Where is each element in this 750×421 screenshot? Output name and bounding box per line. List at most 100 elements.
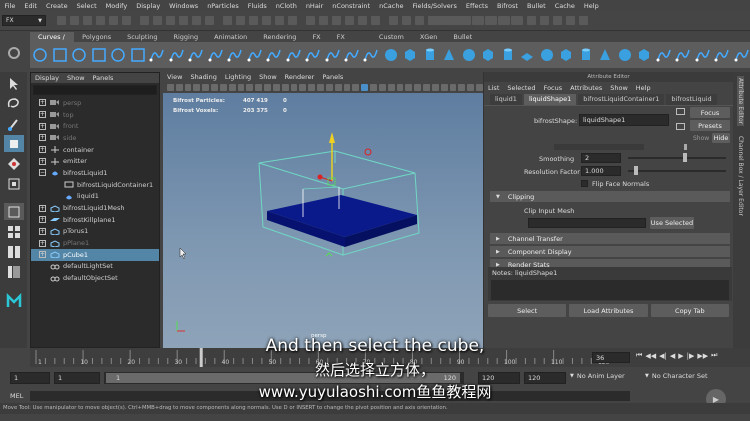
expand-icon[interactable]: + [39,111,46,119]
expand-icon[interactable]: + [39,204,46,212]
outliner-search-input[interactable] [33,85,157,95]
ae-menu-help[interactable]: Help [632,84,655,92]
viewport-menu-renderer[interactable]: Renderer [281,73,319,81]
viewport-toolbar-icon[interactable] [370,84,377,91]
viewport-toolbar-icon[interactable] [334,84,342,91]
expand-icon[interactable]: + [39,146,46,154]
status-line-icon[interactable] [57,16,66,25]
ae-node-tab[interactable]: bifrostLiquid [666,94,717,105]
shelf-circle-icon[interactable] [110,47,126,64]
outliner-item[interactable]: + top [31,109,159,121]
menu-modify[interactable]: Modify [101,2,132,10]
lasso-tool-icon[interactable] [4,95,24,112]
menu-cache[interactable]: Cache [550,2,579,10]
status-line-icon[interactable] [288,16,297,25]
shelf-curve-icon[interactable] [285,47,301,64]
shelf-tab[interactable]: Rigging [165,32,206,42]
status-line-icon[interactable] [345,16,354,25]
status-line-icon[interactable] [140,16,149,25]
expand-icon[interactable]: + [39,99,46,107]
render-status-icon[interactable] [527,16,536,25]
status-line-icon[interactable] [223,16,232,25]
status-line-icon[interactable] [319,16,328,25]
menu-nparticles[interactable]: nParticles [203,2,244,10]
ae-menu-attributes[interactable]: Attributes [566,84,606,92]
viewport-toolbar-icon[interactable] [299,84,307,91]
shelf-curve-icon[interactable] [656,47,672,64]
shelf-sphere-icon[interactable] [383,47,399,64]
component-display-section[interactable]: ▶ Component Display [490,246,730,257]
menu-ncloth[interactable]: nCloth [271,2,301,10]
outliner-item[interactable]: + pPlane1 [31,237,159,249]
render-status-icon[interactable] [475,16,484,25]
status-line-icon[interactable] [389,16,398,25]
shelf-cyl-icon[interactable] [578,47,594,64]
shelf-curve-icon[interactable] [149,47,165,64]
move-tool-icon[interactable] [3,135,24,152]
viewport-toolbar-icon[interactable] [467,84,474,91]
viewport-toolbar-icon[interactable] [458,84,466,91]
viewport-toolbar-icon[interactable] [352,84,360,91]
paint-select-icon[interactable] [4,115,24,132]
status-line-icon[interactable] [166,16,175,25]
channel-transfer-section[interactable]: ▶ Channel Transfer [490,233,730,244]
menu-nconstraint[interactable]: nConstraint [328,2,375,10]
menu-display[interactable]: Display [132,2,165,10]
status-line-icon[interactable] [192,16,201,25]
menu-select[interactable]: Select [72,2,101,10]
presets-button[interactable]: Presets [690,120,730,131]
viewport-toolbar-icon[interactable] [414,84,422,91]
status-line-icon[interactable] [83,16,92,25]
status-line-icon[interactable] [96,16,105,25]
viewport-toolbar-icon[interactable] [167,84,174,91]
viewport-toolbar-icon[interactable] [211,84,218,91]
status-line-icon[interactable] [402,16,411,25]
resolution-slider-handle[interactable] [634,166,638,175]
menu-file[interactable]: File [0,2,20,10]
two-pane-layout-icon[interactable] [4,243,24,260]
shelf-circle-icon[interactable] [71,47,87,64]
shelf-curve-icon[interactable] [694,47,710,64]
expand-icon[interactable]: + [39,251,46,259]
status-line-icon[interactable] [109,16,118,25]
shelf-curve-icon[interactable] [363,47,379,64]
viewport-menu-panels[interactable]: Panels [318,73,347,81]
shelf-tab[interactable]: Polygons [74,32,119,42]
shelf-cube-icon[interactable] [480,47,496,64]
shelf-cube-icon[interactable] [402,47,418,64]
menu-fieldssolvers[interactable]: Fields/Solvers [408,2,461,10]
menu-edit[interactable]: Edit [20,2,42,10]
shelf-tab[interactable]: Animation [206,32,255,42]
viewport-toolbar-icon[interactable] [440,84,448,91]
smoothing-slider-handle[interactable] [683,153,687,162]
scale-tool-icon[interactable] [4,175,24,192]
viewport-toolbar-icon[interactable] [193,84,201,91]
outliner-item[interactable]: + persp [31,97,159,109]
shelf-curve-icon[interactable] [227,47,243,64]
shelf-curve-icon[interactable] [714,47,730,64]
shelf-tab[interactable]: Bullet [445,32,480,42]
select-tool-icon[interactable] [4,75,24,92]
attribute-editor-side-tab[interactable]: Attribute Editor [737,76,744,127]
viewport-toolbar-icon[interactable] [378,84,386,91]
shelf-sphere-icon[interactable] [461,47,477,64]
shelf-sphere-icon[interactable] [539,47,555,64]
viewport-toolbar-icon[interactable] [175,84,183,91]
shelf-tab[interactable]: XGen [412,32,446,42]
viewport-toolbar-icon[interactable] [449,84,457,91]
shelf-plane-icon[interactable] [519,47,535,64]
status-line-icon[interactable] [332,16,341,25]
render-status-icon[interactable] [566,16,575,25]
expand-icon[interactable]: + [39,157,46,165]
viewport-toolbar-icon[interactable] [246,84,254,91]
viewport-toolbar-icon[interactable] [264,84,271,91]
focus-toggle-icon[interactable] [676,108,685,115]
render-status-icon[interactable] [488,16,497,25]
viewport-persp[interactable]: Bifrost Particles: 407 419 0 Bifrost Voxels… [163,93,483,348]
outliner-layout-icon[interactable] [4,263,24,280]
collapse-icon[interactable]: − [39,169,46,177]
viewport-toolbar-icon[interactable] [475,84,483,91]
flip-normals-checkbox[interactable] [581,180,588,187]
ae-load-attributes-button[interactable]: Load Attributes [569,304,648,317]
rotate-tool-icon[interactable] [4,155,24,172]
